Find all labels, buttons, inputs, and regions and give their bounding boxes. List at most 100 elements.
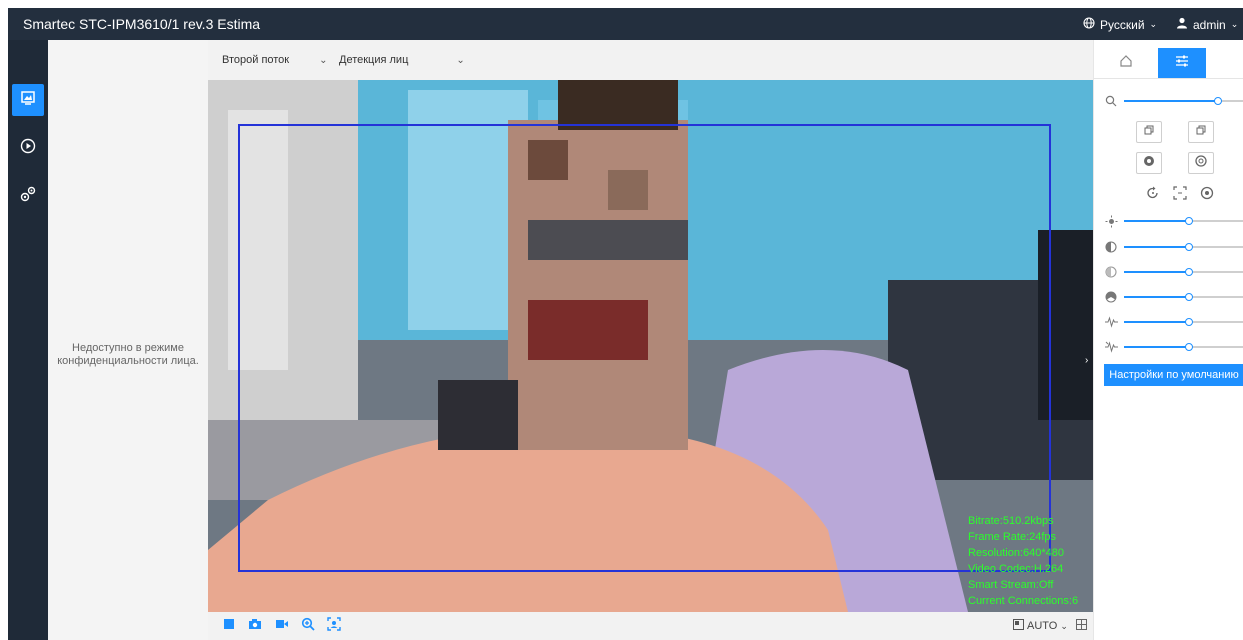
side-panel: Недоступно в режиме конфиденциальности л… (48, 40, 208, 640)
image-adjust-icon (1175, 54, 1189, 73)
region-icon (1173, 185, 1187, 205)
slider-track (1124, 321, 1189, 323)
stream-select-value: Второй поток (222, 54, 290, 66)
chevron-down-icon: ⌄ (1149, 19, 1158, 29)
region-focus-button[interactable] (1171, 185, 1189, 205)
zoom-in-icon (1143, 123, 1155, 141)
slider-track-rest (1189, 271, 1243, 273)
face-capture-icon (327, 616, 341, 636)
chevron-down-icon: ⌄ (319, 54, 328, 66)
osd-codec: Video Codec:H.264 (968, 563, 1064, 575)
tab-divider (1094, 78, 1243, 79)
nav-playback[interactable] (12, 132, 44, 164)
saturation-icon (1104, 265, 1118, 279)
one-push-focus-button[interactable] (1144, 186, 1162, 204)
tab-home[interactable] (1102, 48, 1150, 78)
snapshot-button[interactable] (246, 618, 264, 634)
slider-knob[interactable] (1185, 293, 1193, 301)
osd-resolution: Resolution:640*480 (968, 547, 1065, 559)
focus-near-button[interactable] (1136, 152, 1162, 174)
record-icon (275, 617, 289, 635)
focus-far-icon (1195, 154, 1207, 172)
tab-image-adjust[interactable] (1158, 48, 1206, 78)
slider-knob[interactable] (1185, 343, 1193, 351)
restore-defaults-button[interactable]: Настройки по умолчанию (1104, 364, 1243, 386)
stop-icon (223, 617, 235, 635)
slider-track-rest (1189, 246, 1243, 248)
fullscreen-button[interactable] (1072, 618, 1090, 634)
aspect-ratio-value: AUTO (1027, 620, 1058, 632)
zoom-icon (301, 617, 315, 636)
focus-far-button[interactable] (1188, 152, 1214, 174)
nav-settings[interactable] (12, 180, 44, 212)
slider-saturation[interactable] (1104, 265, 1243, 279)
stream-toolbar: Второй поток ⌄ Детекция лиц ⌄ (208, 40, 1093, 80)
lens-init-button[interactable] (1198, 186, 1216, 204)
slider-knob[interactable] (1185, 243, 1193, 251)
home-icon (1119, 54, 1133, 73)
noise-3d-icon (1104, 340, 1118, 354)
page-background: Smartec STC-IPM3610/1 rev.3 Estima Русск… (0, 0, 1243, 640)
zoom-in-button[interactable] (1136, 121, 1162, 143)
zoom-knob[interactable] (1213, 97, 1222, 105)
username-label: admin (1193, 17, 1226, 32)
stop-button[interactable] (220, 618, 238, 634)
left-nav (8, 40, 48, 640)
noise-2d-icon (1104, 315, 1118, 329)
mode-select[interactable]: Детекция лиц ⌄ (339, 54, 465, 66)
zoom-slider[interactable] (1104, 94, 1243, 108)
stream-select[interactable]: Второй поток ⌄ (222, 54, 328, 66)
zoom-out-icon (1195, 123, 1207, 141)
slider-knob[interactable] (1185, 268, 1193, 276)
slider-track-rest (1189, 220, 1243, 222)
record-button[interactable] (273, 618, 291, 634)
slider-track (1124, 246, 1189, 248)
privacy-note: Недоступно в режиме конфиденциальности л… (57, 342, 199, 367)
osd-bitrate: Bitrate:510.2kbps (968, 515, 1054, 527)
osd-connections: Current Connections:6 (968, 595, 1079, 607)
slider-track-rest (1189, 321, 1243, 323)
zoom-track (1124, 100, 1218, 102)
stream-info-overlay: Bitrate:510.2kbps Frame Rate:24fps Resol… (968, 513, 1078, 609)
settings-icon (19, 185, 37, 208)
playback-icon (20, 138, 36, 159)
refresh-icon (1146, 186, 1160, 205)
slider-contrast[interactable] (1104, 240, 1243, 254)
bottom-toolbar: AUTO ⌄ (208, 612, 1093, 640)
zoom-out-button[interactable] (1188, 121, 1214, 143)
face-capture-button[interactable] (325, 616, 343, 636)
slider-sharpness[interactable] (1104, 290, 1243, 304)
slider-track (1124, 346, 1189, 348)
lens-init-icon (1200, 186, 1214, 205)
user-icon (1176, 17, 1188, 32)
search-icon (1104, 94, 1118, 108)
focus-near-icon (1143, 154, 1155, 172)
app-window: Smartec STC-IPM3610/1 rev.3 Estima Русск… (8, 8, 1243, 640)
slider-track (1124, 271, 1189, 273)
live-video[interactable]: Bitrate:510.2kbps Frame Rate:24fps Resol… (208, 80, 1093, 612)
nav-live-view[interactable] (12, 84, 44, 116)
brightness-icon (1104, 214, 1118, 228)
top-bar: Smartec STC-IPM3610/1 rev.3 Estima Русск… (8, 8, 1243, 40)
app-title: Smartec STC-IPM3610/1 rev.3 Estima (23, 16, 261, 32)
chevron-right-icon[interactable]: › (1085, 355, 1088, 366)
slider-noise-3d[interactable] (1104, 340, 1243, 354)
slider-noise-2d[interactable] (1104, 315, 1243, 329)
fullscreen-icon (1075, 617, 1087, 635)
sharpness-icon (1104, 290, 1118, 304)
zoom-button[interactable] (299, 617, 317, 636)
slider-brightness[interactable] (1104, 214, 1243, 228)
slider-knob[interactable] (1185, 318, 1193, 326)
aspect-ratio-icon (1013, 619, 1024, 633)
image-settings-panel: Настройки по умолчанию (1093, 40, 1243, 640)
language-selector[interactable]: Русский ⌄ (1083, 17, 1157, 32)
language-label: Русский (1100, 17, 1145, 32)
mode-select-value: Детекция лиц (339, 54, 409, 66)
chevron-down-icon: ⌄ (1060, 620, 1068, 631)
face-detection-box (238, 124, 1051, 572)
aspect-ratio-select[interactable]: AUTO ⌄ (1013, 619, 1068, 633)
slider-track (1124, 220, 1189, 222)
slider-knob[interactable] (1185, 217, 1193, 225)
globe-icon (1083, 17, 1095, 32)
user-menu[interactable]: admin ⌄ (1176, 17, 1238, 32)
